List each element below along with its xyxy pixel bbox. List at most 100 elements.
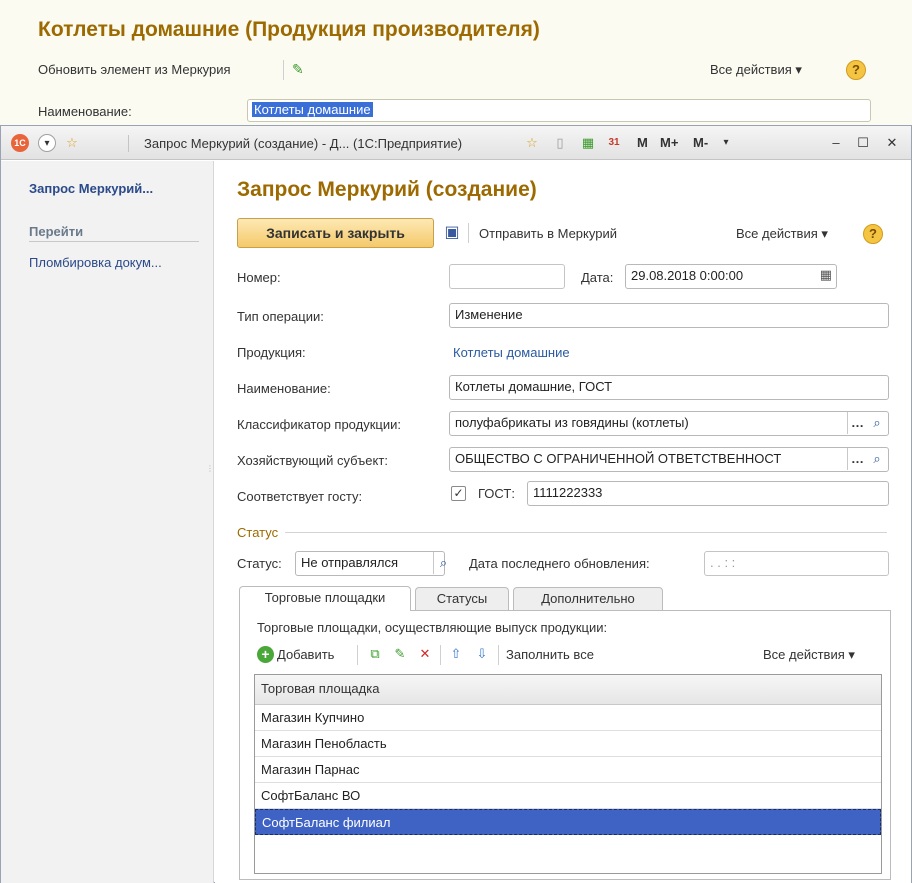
move-down-icon[interactable]: ⇩	[472, 643, 492, 665]
classifier-value: полуфабрикаты из говядины (котлеты)	[455, 415, 689, 430]
table-row[interactable]: СофтБаланс филиал	[255, 809, 881, 835]
table-row[interactable]: СофтБаланс ВО	[255, 783, 881, 809]
save-and-close-button[interactable]: Записать и закрыть	[237, 218, 434, 248]
sidebar-item-sealing[interactable]: Пломбировка докум...	[29, 255, 162, 270]
toolbar-separator	[468, 223, 469, 243]
background-toolbar: Обновить элемент из Меркурия ✎ Все дейст…	[38, 60, 868, 82]
calendar-picker-icon[interactable]: ▦	[820, 267, 832, 283]
status-group-line	[285, 532, 887, 533]
name-field[interactable]: Котлеты домашние, ГОСТ	[449, 375, 889, 400]
save-icon[interactable]: ▣	[442, 222, 462, 244]
update-from-mercury-button[interactable]: Обновить элемент из Меркурия	[38, 62, 231, 77]
tab-statuses[interactable]: Статусы	[415, 587, 509, 611]
window-titlebar: 1С ▾ ☆ Запрос Меркурий (создание) - Д...…	[1, 126, 911, 160]
maximize-icon[interactable]: ☐	[854, 134, 872, 152]
tab-trade-sites[interactable]: Торговые площадки	[239, 586, 411, 611]
edit-pencil-icon[interactable]: ✎	[292, 61, 304, 78]
trade-sites-panel: Торговые площадки, осуществляющие выпуск…	[239, 610, 891, 880]
delete-icon[interactable]: ✕	[415, 643, 435, 665]
titlebar-separator	[128, 135, 129, 152]
all-actions-button[interactable]: Все действия ▾	[736, 226, 828, 242]
help-icon[interactable]: ?	[846, 60, 866, 80]
classifier-label: Классификатор продукции:	[237, 417, 401, 432]
gost-compliance-label: Соответствует госту:	[237, 489, 363, 504]
status-value: Не отправлялся	[301, 555, 398, 570]
favorite-star-icon[interactable]: ☆	[63, 134, 81, 152]
toolbar-separator	[440, 645, 441, 665]
status-label: Статус:	[237, 556, 282, 571]
window-title: Запрос Меркурий (создание) - Д... (1С:Пр…	[144, 136, 463, 151]
operation-type-field[interactable]: Изменение	[449, 303, 889, 328]
name-field[interactable]: Котлеты домашние	[247, 99, 871, 122]
link-icon[interactable]: ▯	[551, 134, 569, 152]
sidebar: Запрос Меркурий... Перейти Пломбировка д…	[1, 161, 214, 883]
memory-minus-button[interactable]: M-	[693, 135, 708, 150]
date-field[interactable]: 29.08.2018 0:00:00 ▦	[625, 264, 837, 289]
toolbar-separator	[357, 645, 358, 665]
product-label: Продукция:	[237, 345, 306, 360]
table-row[interactable]: Магазин Парнас	[255, 757, 881, 783]
status-group-title: Статус	[237, 525, 279, 540]
trade-sites-caption: Торговые площадки, осуществляющие выпуск…	[257, 620, 608, 635]
gost-field[interactable]: 1111222333	[527, 481, 889, 506]
toolbar-separator	[283, 60, 284, 80]
calculator-icon[interactable]: ▦	[579, 134, 597, 152]
request-window: 1С ▾ ☆ Запрос Меркурий (создание) - Д...…	[0, 125, 912, 883]
trade-sites-table: Торговая площадка Магазин Купчино Магазин…	[254, 674, 882, 874]
minimize-icon[interactable]: –	[827, 134, 845, 152]
add-button[interactable]: Добавить	[277, 647, 334, 662]
help-icon[interactable]: ?	[863, 224, 883, 244]
number-field[interactable]	[449, 264, 565, 289]
name-field-value: Котлеты домашние	[252, 102, 373, 117]
splitter-handle[interactable]: ⋮	[206, 464, 214, 500]
gost-checkbox[interactable]: ✓	[451, 486, 466, 501]
memory-plus-button[interactable]: M+	[660, 135, 678, 150]
business-entity-label: Хозяйствующий субъект:	[237, 453, 388, 468]
panel-all-actions-button[interactable]: Все действия ▾	[763, 647, 855, 663]
operation-type-label: Тип операции:	[237, 309, 324, 324]
table-body: Магазин Купчино Магазин Пенобласть Магазин…	[255, 705, 881, 835]
add-favorite-icon[interactable]: ☆	[523, 134, 541, 152]
send-to-mercury-button[interactable]: Отправить в Меркурий	[479, 226, 617, 241]
sidebar-title[interactable]: Запрос Меркурий...	[29, 181, 153, 196]
app-logo-icon[interactable]: 1С	[11, 134, 29, 152]
status-field[interactable]: Не отправлялся	[295, 551, 445, 576]
tab-additional[interactable]: Дополнительно	[513, 587, 663, 611]
column-header-trade-site[interactable]: Торговая площадка	[255, 675, 881, 705]
edit-pencil-icon[interactable]: ✎	[390, 643, 410, 665]
business-entity-search-icon[interactable]: ⌕	[867, 448, 887, 470]
sidebar-goto-header: Перейти	[29, 224, 199, 242]
business-entity-select-button[interactable]: …	[847, 448, 867, 470]
classifier-select-button[interactable]: …	[847, 412, 867, 434]
date-field-value: 29.08.2018 0:00:00	[631, 268, 744, 283]
classifier-search-icon[interactable]: ⌕	[867, 412, 887, 434]
background-form: Котлеты домашние (Продукция производител…	[0, 0, 912, 125]
all-actions-button[interactable]: Все действия ▾	[710, 62, 802, 78]
date-label: Дата:	[581, 270, 614, 285]
table-row[interactable]: Магазин Пенобласть	[255, 731, 881, 757]
move-up-icon[interactable]: ⇧	[446, 643, 466, 665]
status-search-icon[interactable]: ⌕	[433, 552, 453, 574]
toolbar-separator	[498, 645, 499, 665]
fill-all-button[interactable]: Заполнить все	[506, 647, 594, 662]
background-form-title: Котлеты домашние (Продукция производител…	[38, 18, 540, 41]
memory-m-button[interactable]: M	[637, 135, 648, 150]
number-label: Номер:	[237, 270, 281, 285]
form-content: Запрос Меркурий (создание) Записать и за…	[215, 161, 911, 883]
product-link[interactable]: Котлеты домашние	[453, 345, 570, 360]
name-label: Наименование:	[237, 381, 331, 396]
table-row[interactable]: Магазин Купчино	[255, 705, 881, 731]
close-icon[interactable]: ✕	[883, 134, 901, 152]
calendar-icon[interactable]: 31	[605, 134, 623, 152]
classifier-field[interactable]: полуфабрикаты из говядины (котлеты)	[449, 411, 889, 436]
business-entity-value: ОБЩЕСТВО С ОГРАНИЧЕННОЙ ОТВЕТСТВЕННОСТ	[455, 451, 782, 466]
more-dropdown-icon[interactable]: ▾	[717, 134, 735, 152]
gost-field-label: ГОСТ:	[478, 486, 515, 501]
name-label: Наименование:	[38, 104, 132, 119]
add-icon[interactable]: +	[257, 646, 274, 663]
last-update-field[interactable]: . . : :	[704, 551, 889, 576]
menu-dropdown-icon[interactable]: ▾	[38, 134, 56, 152]
business-entity-field[interactable]: ОБЩЕСТВО С ОГРАНИЧЕННОЙ ОТВЕТСТВЕННОСТ	[449, 447, 889, 472]
copy-icon[interactable]: ⧉	[365, 643, 385, 665]
form-title: Запрос Меркурий (создание)	[237, 178, 537, 201]
